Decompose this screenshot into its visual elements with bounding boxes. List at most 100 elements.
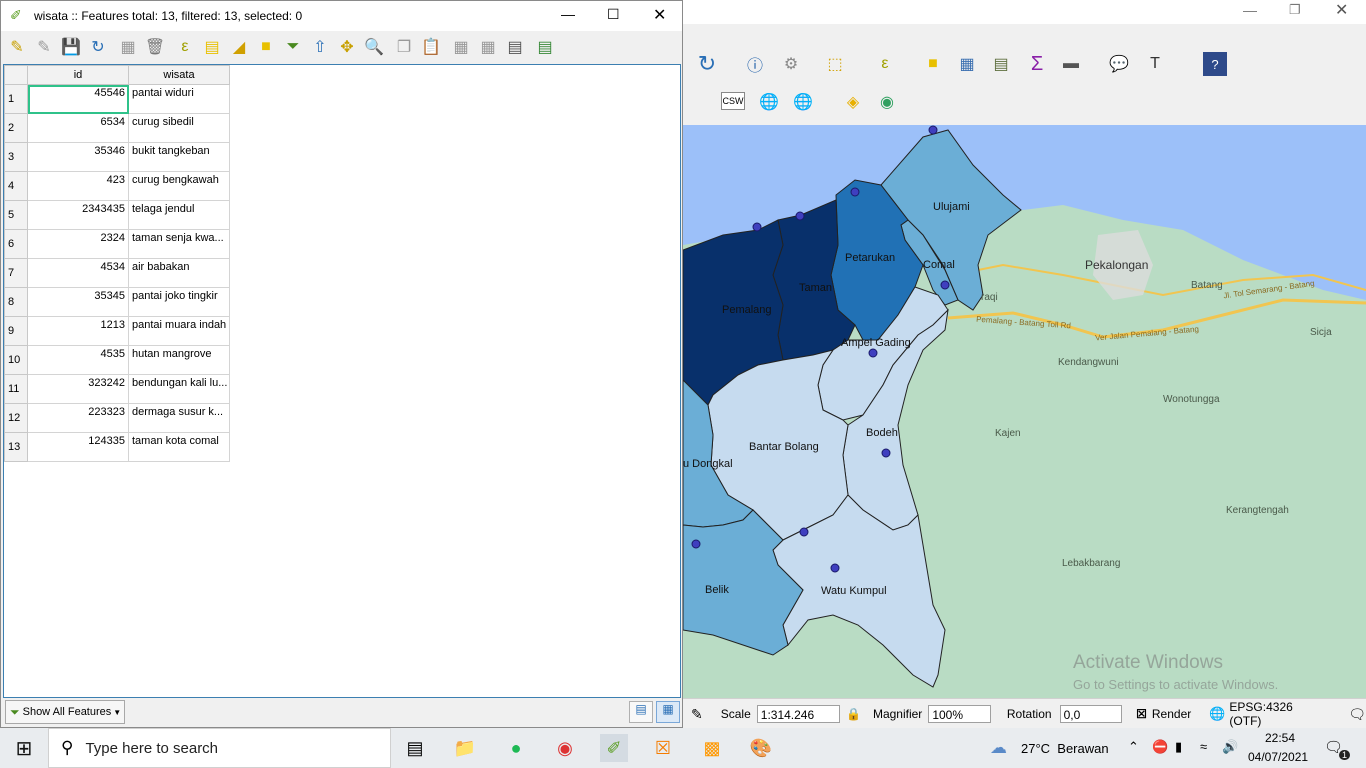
table-row[interactable]: 11 323242 bendungan kali lu... xyxy=(4,374,230,404)
statistics-sigma-icon[interactable]: Σ xyxy=(1025,52,1049,76)
row-number[interactable]: 3 xyxy=(4,142,28,172)
file-explorer-icon[interactable]: 📁 xyxy=(451,734,479,762)
scale-lock-icon[interactable]: 🔒 xyxy=(846,707,861,721)
map-canvas[interactable]: Ulujami Petarukan Comal Taman Pemalang A… xyxy=(683,125,1366,698)
toggle-editing-icon[interactable]: ✎ xyxy=(5,35,29,59)
rotation-input[interactable]: 0,0 xyxy=(1059,705,1123,723)
add-feature-icon[interactable]: ▦ xyxy=(116,35,140,59)
sublime-text-icon[interactable]: ▩ xyxy=(698,734,726,762)
field-calculator-icon[interactable]: ▤ xyxy=(503,35,527,59)
table-row[interactable]: 8 35345 pantai joko tingkir xyxy=(4,287,230,317)
measure-icon[interactable]: ▬ xyxy=(1059,52,1083,76)
cell-id[interactable]: 4535 xyxy=(27,345,129,375)
move-selection-top-icon[interactable]: ⇧ xyxy=(308,35,332,59)
python-icon[interactable]: ◈ xyxy=(841,90,865,114)
multi-edit-icon[interactable]: ✎ xyxy=(32,35,56,59)
deselect-all-icon[interactable]: ■ xyxy=(254,35,278,59)
show-all-features-button[interactable]: ⏷ Show All Features ▼ xyxy=(5,700,125,724)
row-number[interactable]: 11 xyxy=(4,374,28,404)
cell-id[interactable]: 2343435 xyxy=(27,200,129,230)
invert-selection-icon[interactable]: ◢ xyxy=(227,35,251,59)
cell-id[interactable]: 6534 xyxy=(27,113,129,143)
table-row[interactable]: 9 1213 pantai muara indah xyxy=(4,316,230,346)
table-row[interactable]: 7 4534 air babakan xyxy=(4,258,230,288)
chrome-icon[interactable]: ◉ xyxy=(551,734,579,762)
cell-wisata[interactable]: taman senja kwa... xyxy=(128,229,230,259)
scale-input[interactable]: 1:314.246 xyxy=(756,705,840,723)
settings-gear-icon[interactable]: ⚙ xyxy=(779,52,803,76)
tray-chevron-icon[interactable]: ⌃ xyxy=(1128,739,1139,755)
cell-wisata[interactable]: curug sibedil xyxy=(128,113,230,143)
cell-wisata[interactable]: bukit tangkeban xyxy=(128,142,230,172)
pan-to-selection-icon[interactable]: ✥ xyxy=(335,35,359,59)
dialog-minimize-icon[interactable]: — xyxy=(561,6,575,22)
paint-icon[interactable]: 🎨 xyxy=(747,734,775,762)
table-row[interactable]: 2 6534 curug sibedil xyxy=(4,113,230,143)
select-expression-icon[interactable]: ε xyxy=(873,52,897,76)
field-calculator-icon[interactable]: ▤ xyxy=(989,52,1013,76)
text-annotation-icon[interactable]: T xyxy=(1143,52,1167,76)
crs-label[interactable]: EPSG:4326 (OTF) xyxy=(1229,700,1322,728)
delete-feature-icon[interactable]: 🗑 xyxy=(143,35,167,59)
copy-icon[interactable]: ❐ xyxy=(392,35,416,59)
cell-wisata[interactable]: pantai muara indah xyxy=(128,316,230,346)
dialog-maximize-icon[interactable]: ☐ xyxy=(607,6,620,23)
cell-wisata[interactable]: dermaga susur k... xyxy=(128,403,230,433)
row-number[interactable]: 2 xyxy=(4,113,28,143)
weather-text[interactable]: 27°C Berawan xyxy=(1021,741,1109,756)
row-number[interactable]: 4 xyxy=(4,171,28,201)
crs-globe-icon[interactable]: 🌐 xyxy=(1209,706,1225,722)
select-features-icon[interactable]: ⬚ xyxy=(823,52,847,76)
conditional-formatting-icon[interactable]: ▤ xyxy=(533,35,557,59)
cell-id[interactable]: 4534 xyxy=(27,258,129,288)
cell-id[interactable]: 323242 xyxy=(27,374,129,404)
cell-id[interactable]: 35345 xyxy=(27,287,129,317)
table-row[interactable]: 5 2343435 telaga jendul xyxy=(4,200,230,230)
cell-wisata[interactable]: pantai widuri xyxy=(128,84,230,114)
reload-icon[interactable]: ↻ xyxy=(86,35,110,59)
row-number[interactable]: 13 xyxy=(4,432,28,462)
magnifier-input[interactable]: 100% xyxy=(928,705,991,723)
table-row[interactable]: 10 4535 hutan mangrove xyxy=(4,345,230,375)
row-number[interactable]: 10 xyxy=(4,345,28,375)
messages-icon[interactable]: 🗨 xyxy=(1348,706,1366,723)
cell-id[interactable]: 223323 xyxy=(27,403,129,433)
dialog-close-icon[interactable]: ✕ xyxy=(653,5,666,25)
clock-time[interactable]: 22:54 xyxy=(1265,731,1295,745)
cell-id[interactable]: 35346 xyxy=(27,142,129,172)
render-checkbox[interactable]: ☒ xyxy=(1136,707,1147,721)
deselect-icon[interactable]: ■ xyxy=(921,52,945,76)
weather-cloud-icon[interactable]: ☁ xyxy=(990,738,1007,758)
cell-id[interactable]: 2324 xyxy=(27,229,129,259)
table-row[interactable]: 4 423 curug bengkawah xyxy=(4,171,230,201)
cell-wisata[interactable]: air babakan xyxy=(128,258,230,288)
cell-id[interactable]: 423 xyxy=(27,171,129,201)
tray-security-icon[interactable]: ⛔ xyxy=(1152,739,1168,755)
cell-wisata[interactable]: telaga jendul xyxy=(128,200,230,230)
row-number[interactable]: 7 xyxy=(4,258,28,288)
corner-cell[interactable] xyxy=(4,65,28,85)
wifi-icon[interactable]: ≈ xyxy=(1200,739,1207,754)
row-number[interactable]: 1 xyxy=(4,84,28,114)
refresh-icon[interactable]: ↻ xyxy=(695,51,719,76)
cell-id[interactable]: 124335 xyxy=(27,432,129,462)
cell-wisata[interactable]: curug bengkawah xyxy=(128,171,230,201)
row-number[interactable]: 5 xyxy=(4,200,28,230)
clock-date[interactable]: 04/07/2021 xyxy=(1248,750,1308,764)
select-by-expression-icon[interactable]: ε xyxy=(173,35,197,59)
qgis-taskbar-icon[interactable]: ✐ xyxy=(600,734,628,762)
table-row[interactable]: 6 2324 taman senja kwa... xyxy=(4,229,230,259)
map-tips-icon[interactable]: 💬 xyxy=(1107,52,1131,76)
column-header-wisata[interactable]: wisata xyxy=(128,65,230,85)
table-row[interactable]: 13 124335 taman kota comal xyxy=(4,432,230,462)
row-number[interactable]: 6 xyxy=(4,229,28,259)
attribute-table[interactable]: id wisata 1 45546 pantai widuri 2 6534 curug … xyxy=(3,64,681,698)
delete-field-icon[interactable]: ▦ xyxy=(476,35,500,59)
table-row[interactable]: 1 45546 pantai widuri xyxy=(4,84,230,114)
row-number[interactable]: 8 xyxy=(4,287,28,317)
add-wms-icon[interactable]: 🌐 xyxy=(757,90,781,114)
coordinate-toggle-icon[interactable]: ✎ xyxy=(691,706,703,723)
filter-icon[interactable]: ⏷ xyxy=(281,35,305,59)
spotify-icon[interactable]: ● xyxy=(502,734,530,762)
attribute-table-icon[interactable]: ▦ xyxy=(955,52,979,76)
